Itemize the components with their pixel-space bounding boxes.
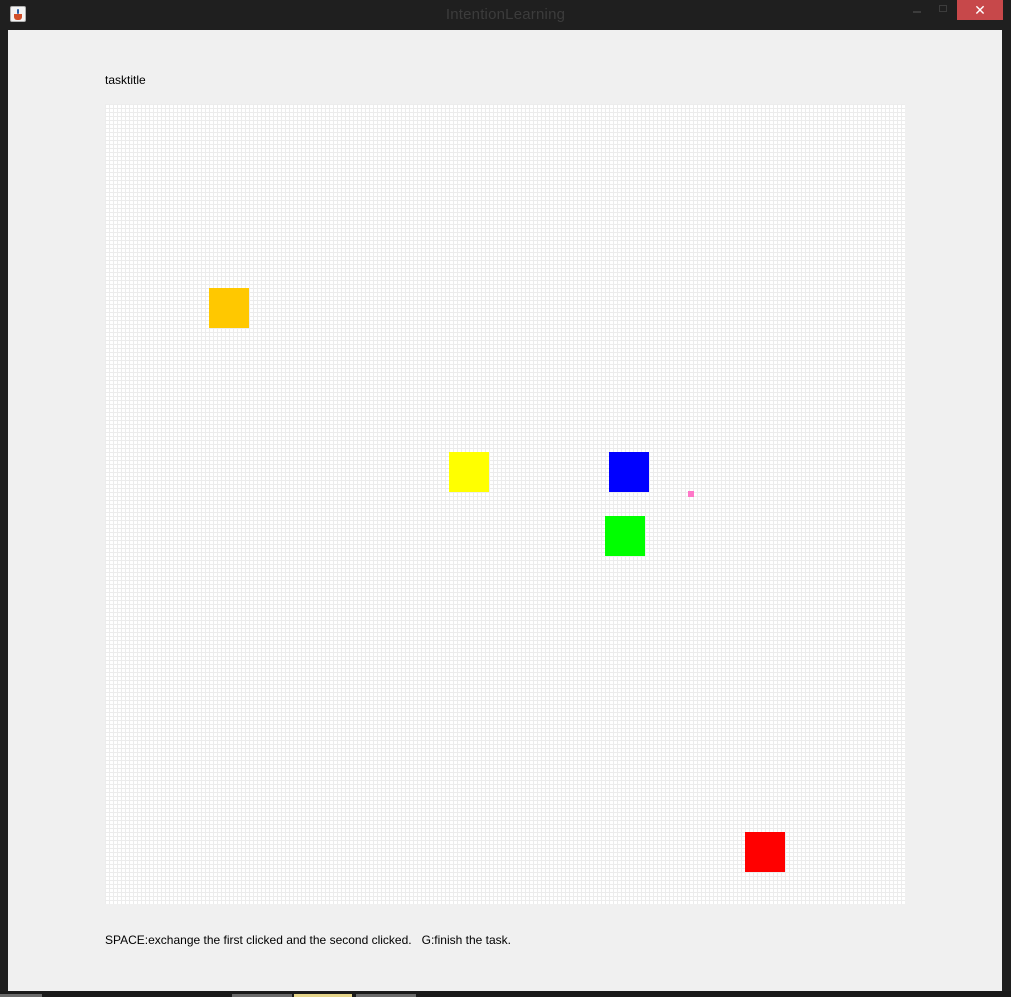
maximize-icon	[939, 5, 947, 12]
minimize-icon	[913, 11, 921, 13]
window-title: IntentionLearning	[445, 6, 566, 23]
task-title: tasktitle	[105, 73, 146, 87]
yellow-block[interactable]	[449, 452, 489, 492]
orange-block[interactable]	[209, 288, 249, 328]
minimize-button[interactable]	[904, 0, 930, 20]
client-area: tasktitle SPACE:exchange the first click…	[8, 30, 1002, 991]
close-icon: ✕	[974, 2, 986, 18]
pink-marker	[688, 491, 694, 497]
close-button[interactable]: ✕	[957, 0, 1003, 20]
red-block[interactable]	[745, 832, 785, 872]
application-window: IntentionLearning ✕ tasktitle SPACE:exch…	[0, 0, 1011, 997]
instructions-text: SPACE:exchange the first clicked and the…	[105, 933, 511, 947]
grid-board[interactable]	[105, 104, 905, 904]
maximize-button[interactable]	[930, 0, 956, 20]
title-bar[interactable]: IntentionLearning ✕	[0, 0, 1011, 30]
blue-block[interactable]	[609, 452, 649, 492]
green-block[interactable]	[605, 516, 645, 556]
taskbar-strip	[0, 991, 1011, 997]
